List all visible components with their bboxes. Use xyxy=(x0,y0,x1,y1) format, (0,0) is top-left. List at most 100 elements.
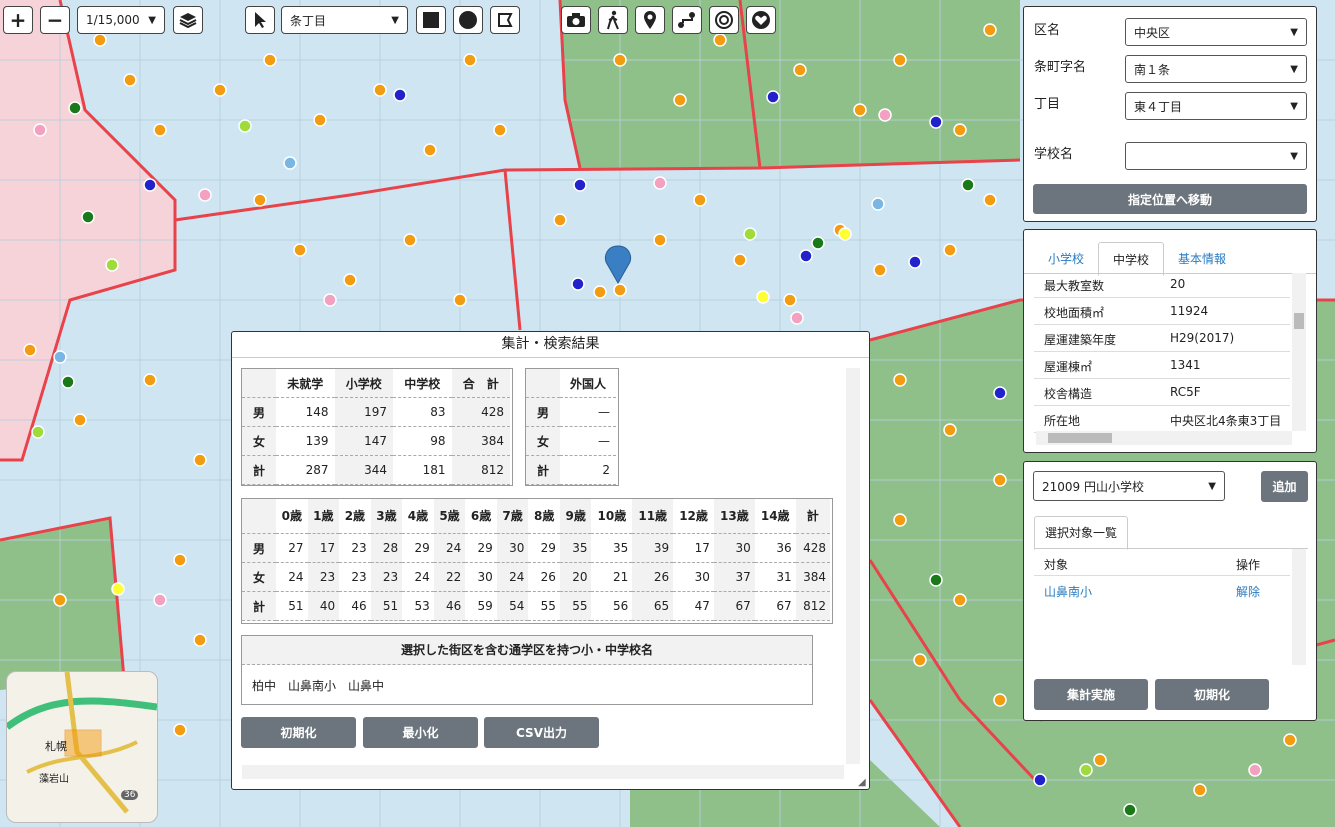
layers-button[interactable] xyxy=(173,6,203,34)
minimize-button[interactable]: 最小化 xyxy=(363,717,478,748)
walk-button[interactable] xyxy=(598,6,628,34)
schools-box: 選択した街区を含む通学区を持つ小・中学校名 柏中 山鼻南小 山鼻中 xyxy=(241,635,813,705)
age-header: 8歳 xyxy=(528,499,560,534)
age-header: 11歳 xyxy=(632,499,674,534)
csv-export-button[interactable]: CSV出力 xyxy=(484,717,599,748)
school-info-panel: 小学校 中学校 基本情報 最大教室数 20 校地面積㎡ 11924 屋運建築年度 H2… xyxy=(1023,229,1317,453)
circle-tool-button[interactable] xyxy=(453,6,483,34)
pointer-tool-button[interactable] xyxy=(245,6,275,34)
age-header: 6歳 xyxy=(465,499,497,534)
rectangle-tool-button[interactable] xyxy=(416,6,446,34)
age-cell: 17 xyxy=(673,533,714,563)
ward-label: 区名 xyxy=(1034,23,1061,38)
zoom-in-button[interactable]: + xyxy=(3,6,33,34)
favorite-button[interactable] xyxy=(746,6,776,34)
age-cell: 26 xyxy=(632,562,674,592)
age-breakdown-table: 0歳 1歳 2歳 3歳 4歳 5歳 6歳 7歳 8歳 9歳 10歳 11歳 12歳 13歳 14歳計男 27 1… xyxy=(242,499,830,621)
target-button[interactable] xyxy=(709,6,739,34)
location-search-panel: 区名 中央区 ▼ 条町字名 南１条 ▼ 丁目 東４丁目 ▼ 学校名 ▼ 指定位置へ移動 xyxy=(1023,6,1317,222)
reset-results-button[interactable]: 初期化 xyxy=(241,717,356,748)
chome-select[interactable]: 東４丁目 ▼ xyxy=(1125,92,1307,120)
results-title: 集計・検索結果 xyxy=(232,332,869,358)
age-cell: 20 xyxy=(559,562,592,592)
move-to-location-button[interactable]: 指定位置へ移動 xyxy=(1033,184,1307,214)
tab-elementary[interactable]: 小学校 xyxy=(1034,242,1098,274)
list-item: 山鼻南小 解除 xyxy=(1034,575,1290,603)
results-horizontal-scrollbar[interactable] xyxy=(242,765,844,779)
remove-link[interactable]: 解除 xyxy=(1236,583,1260,600)
age-header: 13歳 xyxy=(713,499,755,534)
school-select[interactable]: ▼ xyxy=(1125,142,1307,170)
selection-mode-select[interactable]: 条丁目 ▼ xyxy=(281,6,408,34)
age-cell: 24 xyxy=(433,533,466,563)
age-header: 12歳 xyxy=(673,499,714,534)
run-aggregation-button[interactable]: 集計実施 xyxy=(1034,679,1148,710)
tab-selected-list[interactable]: 選択対象一覧 xyxy=(1034,516,1129,550)
age-cell: 67 xyxy=(754,591,796,621)
age-cell: 29 xyxy=(465,533,497,563)
schools-value: 柏中 山鼻南小 山鼻中 xyxy=(252,679,385,693)
age-header: 2歳 xyxy=(339,499,371,534)
walking-person-icon xyxy=(607,10,619,30)
info-horizontal-scrollbar[interactable] xyxy=(1036,431,1292,445)
scrollbar-thumb[interactable] xyxy=(1294,313,1304,329)
minimap-label: 札幌 xyxy=(45,740,67,753)
results-vertical-scrollbar[interactable] xyxy=(846,368,860,764)
age-header: 3歳 xyxy=(370,499,403,534)
reset-button[interactable]: 初期化 xyxy=(1155,679,1269,710)
scale-select[interactable]: 1/15,000 ▼ xyxy=(77,6,165,34)
polygon-tool-button[interactable] xyxy=(490,6,520,34)
age-cell: 30 xyxy=(673,562,714,592)
target-link[interactable]: 山鼻南小 xyxy=(1044,583,1092,600)
age-cell: 40 xyxy=(307,591,340,621)
overview-minimap[interactable]: 札幌 藻岩山 36 xyxy=(6,671,158,823)
pin-button[interactable] xyxy=(635,6,665,34)
age-cell: 51 xyxy=(370,591,403,621)
layers-icon xyxy=(179,13,197,29)
summary-table: 未就学 小学校 中学校 合 計 男 148 197 83 428 女 139 1… xyxy=(242,369,510,485)
map-pin-icon xyxy=(644,11,656,29)
age-cell: 47 xyxy=(673,591,714,621)
camera-icon xyxy=(567,13,585,27)
age-cell: 22 xyxy=(433,562,466,592)
info-row: 屋運建築年度 H29(2017) xyxy=(1034,325,1290,352)
add-button[interactable]: 追加 xyxy=(1261,471,1308,502)
town-select[interactable]: 南１条 ▼ xyxy=(1125,55,1307,83)
age-header: 4歳 xyxy=(402,499,434,534)
age-header: 計 xyxy=(795,499,830,534)
age-cell: 812 xyxy=(795,591,830,621)
town-label: 条町字名 xyxy=(1034,60,1087,75)
age-header: 0歳 xyxy=(276,499,308,534)
chome-label: 丁目 xyxy=(1034,97,1061,112)
age-header: 5歳 xyxy=(433,499,466,534)
screenshot-button[interactable] xyxy=(561,6,591,34)
age-cell: 29 xyxy=(528,533,560,563)
info-vertical-scrollbar[interactable] xyxy=(1292,273,1306,431)
age-cell: 37 xyxy=(713,562,755,592)
resize-grip-icon[interactable]: ◢ xyxy=(858,777,866,788)
chevron-down-icon: ▼ xyxy=(391,14,399,26)
age-cell: 56 xyxy=(591,591,633,621)
route-button[interactable] xyxy=(672,6,702,34)
chevron-down-icon: ▼ xyxy=(1290,26,1298,38)
school-add-select[interactable]: 21009 円山小学校 ▼ xyxy=(1033,471,1225,501)
age-cell: 30 xyxy=(713,533,755,563)
heart-icon xyxy=(752,11,770,29)
ward-select[interactable]: 中央区 ▼ xyxy=(1125,18,1307,46)
age-cell: 67 xyxy=(713,591,755,621)
age-cell: 39 xyxy=(632,533,674,563)
age-header: 7歳 xyxy=(496,499,529,534)
age-cell: 35 xyxy=(591,533,633,563)
tab-basic-info[interactable]: 基本情報 xyxy=(1164,242,1240,274)
age-cell: 384 xyxy=(795,562,830,592)
circle-icon xyxy=(459,11,477,29)
age-cell: 31 xyxy=(754,562,796,592)
chevron-down-icon: ▼ xyxy=(1290,100,1298,112)
age-row-label: 計 xyxy=(242,591,276,621)
age-cell: 28 xyxy=(370,533,403,563)
list-scrollbar[interactable] xyxy=(1292,549,1306,665)
info-row: 屋運棟㎡ 1341 xyxy=(1034,352,1290,379)
zoom-out-button[interactable]: − xyxy=(40,6,70,34)
scrollbar-thumb[interactable] xyxy=(1048,433,1112,443)
age-cell: 53 xyxy=(402,591,434,621)
